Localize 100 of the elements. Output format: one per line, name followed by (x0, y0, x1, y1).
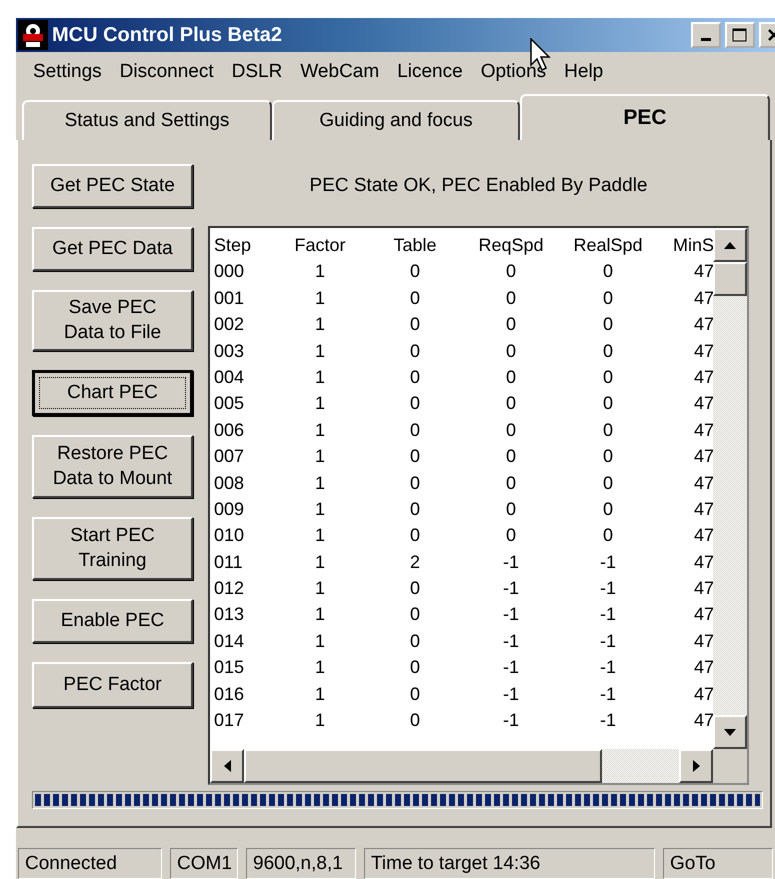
menu-item[interactable]: DSLR (222, 58, 292, 86)
table-cell-text: 0 (408, 313, 421, 336)
minimize-button[interactable] (691, 22, 721, 48)
table-cell-text: 002 (214, 313, 246, 336)
table-cell-text: 47 (692, 550, 713, 574)
table-cell-text: 47 (692, 392, 713, 416)
column-header[interactable]: ReqSpd (466, 232, 556, 258)
table-cell-text: 1 (314, 260, 326, 284)
table-cell-text: 005 (214, 392, 246, 416)
table-cell-text: 0 (408, 498, 421, 521)
table-cell-text: 1 (314, 709, 326, 732)
table-cell-text: 016 (214, 682, 246, 706)
column-header[interactable]: MinS (660, 232, 713, 258)
pec-button[interactable]: PEC Factor (32, 662, 193, 708)
column-header[interactable]: RealSpd (556, 232, 660, 258)
table-cell-text: 0 (602, 392, 614, 416)
table-cell-text: 0 (602, 498, 614, 521)
menu-item[interactable]: WebCam (291, 58, 388, 86)
minimize-icon (701, 38, 711, 41)
table-cell-text: 014 (214, 630, 246, 653)
right-arrow-icon (692, 760, 700, 772)
table-cell-text: -1 (502, 550, 520, 574)
column-header[interactable]: Step (214, 232, 276, 258)
scroll-thumb[interactable] (244, 749, 602, 783)
table-cell-text: 47 (692, 682, 713, 706)
menu-item[interactable]: Options (472, 58, 556, 86)
table-cell-text: 47 (692, 524, 713, 548)
scroll-left-button[interactable] (210, 749, 244, 783)
table-cell-text: 0 (504, 286, 517, 310)
table-cell-text: 1 (314, 392, 326, 416)
table-cell-text: 0 (602, 340, 614, 363)
window-title: MCU Control Plus Beta2 (52, 23, 284, 48)
pec-button[interactable]: Enable PEC (32, 599, 193, 643)
menu-item[interactable]: Licence (388, 58, 472, 86)
table-cell-text: -1 (598, 603, 617, 626)
tab[interactable]: PEC (520, 94, 770, 140)
table-cell-text: 0 (408, 577, 421, 600)
scroll-thumb[interactable] (713, 262, 747, 296)
table-cell-text: 0 (602, 260, 614, 284)
table-cell-text: 017 (214, 709, 246, 732)
table-cell-text: 1 (314, 418, 326, 442)
table-cell-text: 47 (692, 286, 713, 310)
menu-item[interactable]: Help (555, 58, 612, 86)
tab[interactable]: Status and Settings (22, 100, 272, 140)
table-cell-text: 004 (214, 366, 246, 389)
tab[interactable]: Guiding and focus (272, 100, 520, 140)
down-arrow-icon (724, 728, 736, 736)
table-cell-text: 0 (504, 392, 517, 416)
table-cell-text: 012 (214, 577, 246, 600)
table-cell-text: 1 (314, 577, 326, 600)
table-cell-text: 47 (692, 472, 713, 495)
scroll-right-button[interactable] (679, 749, 713, 783)
pec-button[interactable]: Restore PEC Data to Mount (32, 435, 193, 498)
maximize-button[interactable] (725, 22, 755, 48)
table-cell-text: 0 (504, 313, 517, 336)
table-cell-text: 006 (214, 418, 246, 442)
menu-item[interactable]: Settings (24, 58, 111, 86)
table-cell-text: 0 (602, 524, 614, 548)
table-cell-text: 0 (408, 656, 421, 680)
pec-button[interactable]: Start PEC Training (32, 517, 193, 580)
pec-button[interactable]: Get PEC State (32, 164, 193, 208)
table-cell-text: 0 (408, 286, 421, 310)
status-panel: Time to target 14:36 (364, 848, 655, 879)
table-cell-text: 0 (602, 286, 614, 310)
table-cell-text: 1 (314, 550, 326, 574)
table-cell-text: 0 (504, 498, 517, 521)
table-cell-text: 0 (408, 603, 421, 626)
table-cell-text: 0 (504, 445, 517, 468)
table-cell-text: 1 (314, 366, 326, 389)
table-cell-text: 47 (692, 340, 713, 363)
column-header[interactable]: Factor (276, 232, 364, 258)
table-cell-text: 1 (314, 313, 326, 336)
table-cell-text: 0 (408, 418, 421, 442)
table-cell-text: -1 (502, 630, 520, 653)
table-cell-text: 015 (214, 656, 246, 680)
menu-item[interactable]: Disconnect (110, 58, 223, 86)
scrollbar-corner (713, 749, 747, 783)
pec-button[interactable]: Chart PEC (32, 370, 193, 416)
scroll-down-button[interactable] (713, 715, 747, 749)
table-cell-text: 47 (692, 630, 713, 653)
table-cell-text: 47 (692, 366, 713, 389)
table-cell-text: 47 (692, 656, 713, 680)
left-arrow-icon (224, 760, 230, 772)
table-cell-text: 47 (692, 445, 713, 468)
table-cell-text: 0 (408, 260, 421, 284)
scroll-up-button[interactable] (713, 228, 747, 262)
table-cell-text: 1 (314, 340, 326, 363)
pec-status-text: PEC State OK, PEC Enabled By Paddle (308, 174, 648, 198)
table-cell-text: 010 (214, 524, 246, 548)
column-header[interactable]: Table (364, 232, 466, 258)
pec-button[interactable]: Get PEC Data (32, 227, 193, 271)
table-cell-text: 0 (408, 392, 421, 416)
table-cell-text: 001 (214, 286, 246, 310)
table-cell-text: 0 (602, 472, 614, 495)
table-cell-text: 47 (692, 498, 713, 521)
pec-button[interactable]: Save PEC Data to File (32, 290, 193, 351)
maximize-icon (732, 28, 748, 42)
table-cell-text: 0 (504, 524, 517, 548)
table-cell-text: 0 (408, 472, 421, 495)
table-cell-text: 000 (214, 260, 246, 284)
